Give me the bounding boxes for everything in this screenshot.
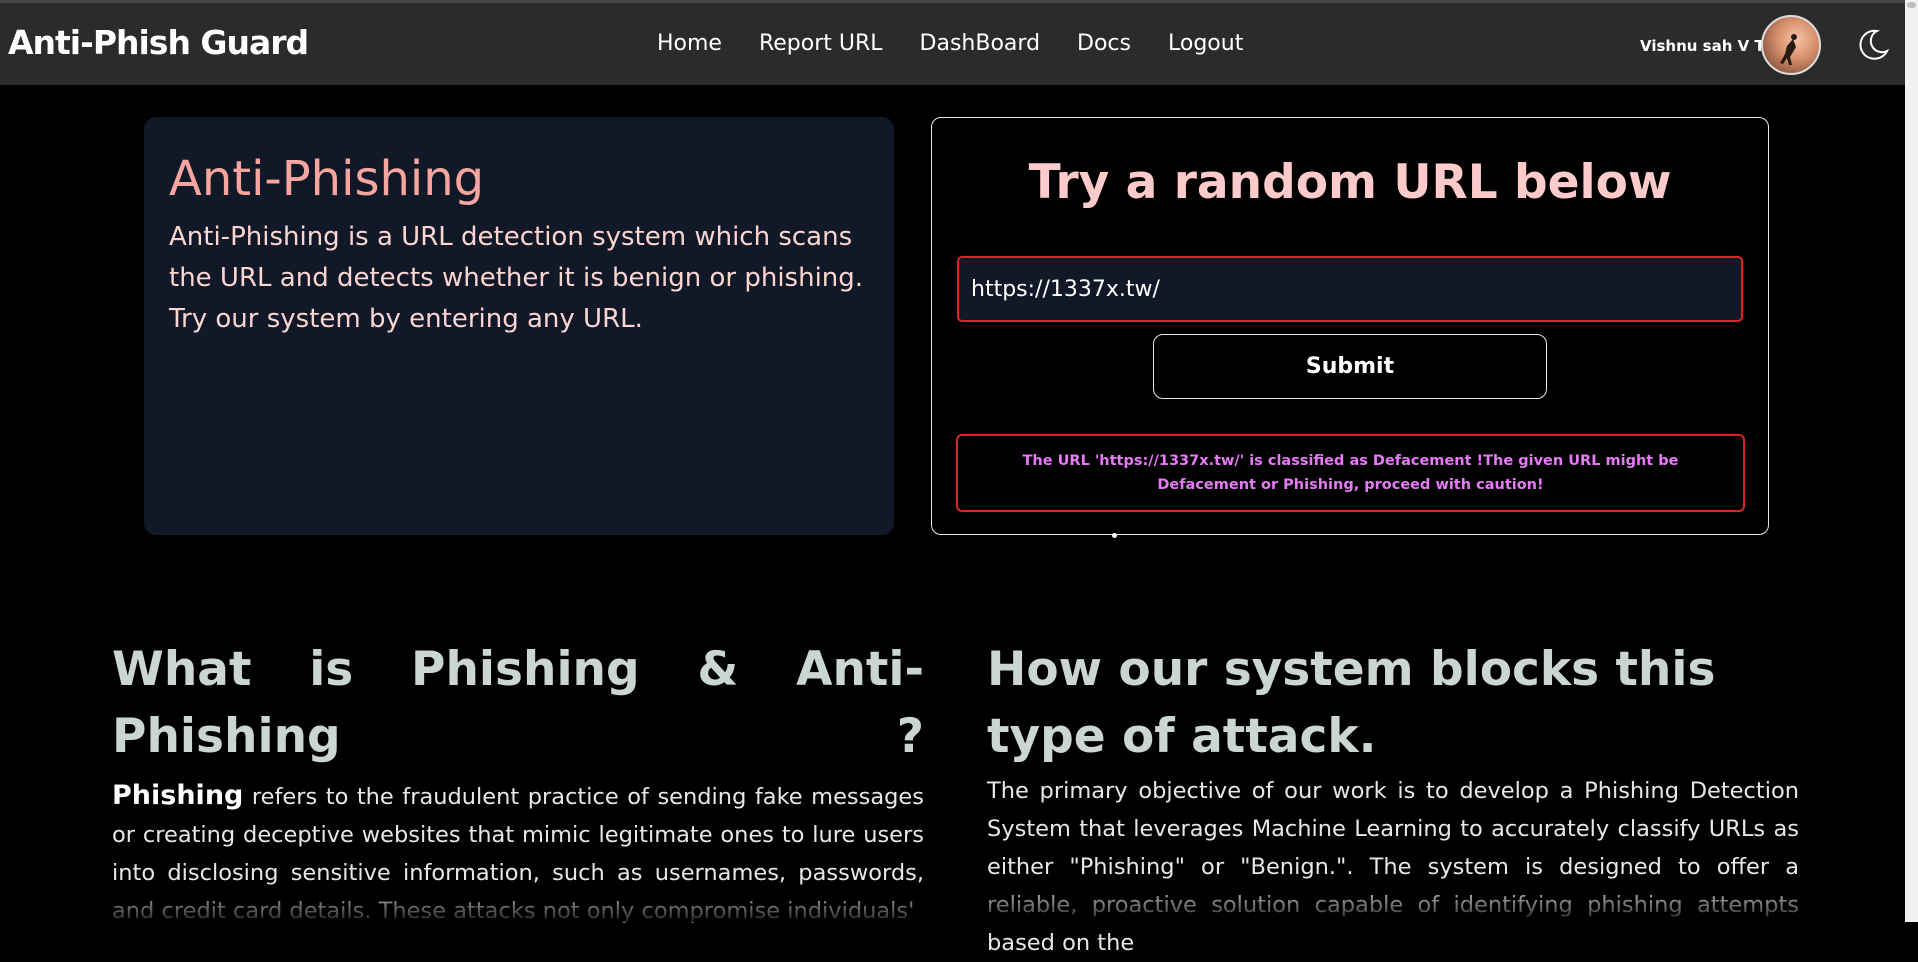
carousel-dot <box>1112 533 1117 538</box>
phishing-lead: Phishing <box>112 780 244 811</box>
scrollbar-thumb[interactable] <box>1907 2 1916 8</box>
top-navbar: Anti-Phish Guard Home Report URL DashBoa… <box>0 0 1918 85</box>
intro-card: Anti-Phishing Anti-Phishing is a URL det… <box>144 117 894 535</box>
url-input[interactable] <box>957 256 1743 322</box>
bottom-fade <box>0 880 1918 922</box>
result-message: The URL 'https://1337x.tw/' is classifie… <box>956 434 1745 512</box>
submit-button[interactable]: Submit <box>1153 334 1547 399</box>
page-scrollbar[interactable] <box>1905 0 1918 922</box>
nav-link-logout[interactable]: Logout <box>1168 31 1243 56</box>
nav-link-home[interactable]: Home <box>657 31 722 56</box>
how-system-blocks-body: The primary objective of our work is to … <box>987 778 1799 956</box>
checker-title: Try a random URL below <box>1028 155 1672 210</box>
brand-logo[interactable]: Anti-Phish Guard <box>8 23 309 62</box>
avatar-figure-icon <box>1780 34 1797 65</box>
url-checker-card: Try a random URL below Submit The URL 'h… <box>931 117 1769 535</box>
intro-title: Anti-Phishing <box>169 151 485 207</box>
nav-link-report-url[interactable]: Report URL <box>759 31 883 56</box>
nav-link-dashboard[interactable]: DashBoard <box>920 31 1040 56</box>
user-name: Vishnu sah V T <box>1640 37 1765 55</box>
intro-description: Anti-Phishing is a URL detection system … <box>169 222 864 334</box>
moon-icon[interactable] <box>1855 27 1891 63</box>
nav-menu: Home Report URL DashBoard Docs Logout <box>657 31 1280 56</box>
what-is-phishing-title: What is Phishing & Anti-Phishing ? <box>112 642 924 764</box>
how-system-blocks-title: How our system blocks this type of attac… <box>987 642 1716 764</box>
nav-link-docs[interactable]: Docs <box>1077 31 1131 56</box>
avatar[interactable] <box>1761 15 1821 75</box>
